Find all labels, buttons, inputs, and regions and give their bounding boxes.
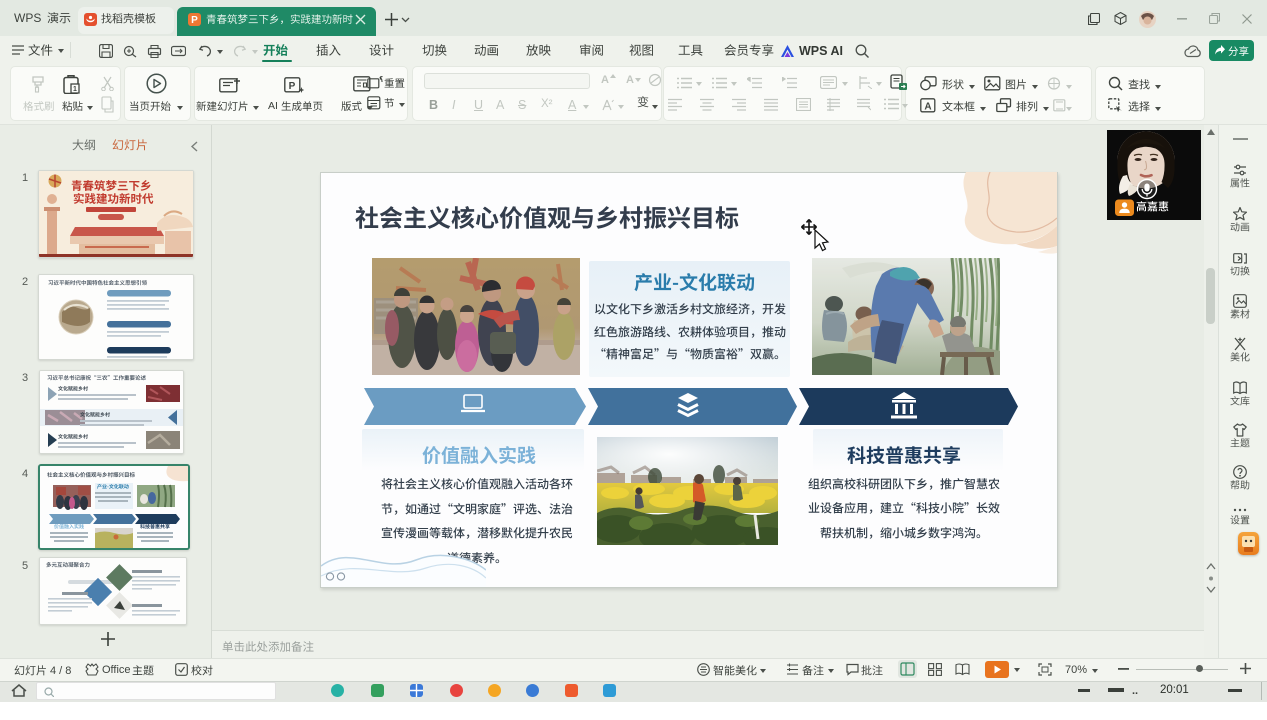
svg-text:A: A: [924, 102, 931, 113]
svg-text:P: P: [289, 81, 296, 92]
svg-text:P: P: [191, 15, 198, 26]
svg-text:1: 1: [73, 86, 77, 93]
